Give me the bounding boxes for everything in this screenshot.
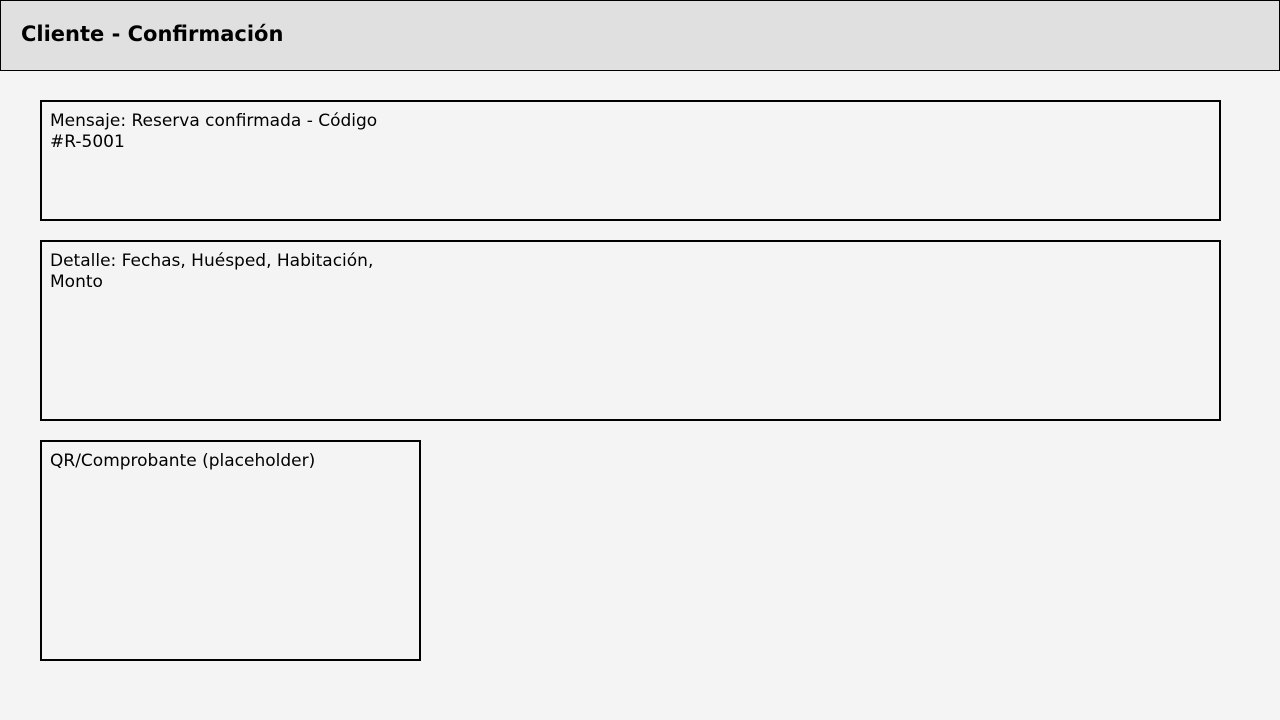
header-bar: Cliente - Confirmación bbox=[0, 0, 1280, 71]
confirmation-message-text: Mensaje: Reserva confirmada - Código #R-… bbox=[50, 111, 378, 152]
reservation-detail-panel: Detalle: Fechas, Huésped, Habitación, Mo… bbox=[40, 240, 1221, 421]
reservation-detail-text: Detalle: Fechas, Huésped, Habitación, Mo… bbox=[50, 251, 374, 292]
qr-receipt-text: QR/Comprobante (placeholder) bbox=[50, 451, 316, 471]
confirmation-message-panel: Mensaje: Reserva confirmada - Código #R-… bbox=[40, 100, 1221, 221]
qr-receipt-panel: QR/Comprobante (placeholder) bbox=[40, 440, 421, 661]
page-title: Cliente - Confirmación bbox=[21, 22, 284, 46]
